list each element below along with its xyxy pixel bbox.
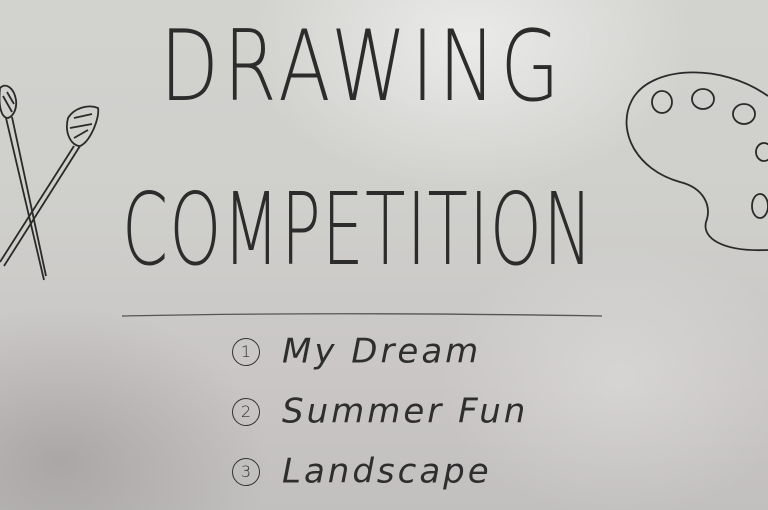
title-line-1: DRAWING [160, 10, 565, 124]
topic-item-2: 2 Summer Fun [232, 390, 528, 432]
topic-item-1: 1 My Dream [232, 330, 481, 372]
paintbrush-icon [0, 84, 100, 281]
title-underline [121, 313, 603, 317]
topic-number-1: 1 [232, 337, 260, 366]
whiteboard: DRAWING COMPETITION 1 My Dream 2 Summer Fu… [0, 0, 768, 510]
title-line-2: COMPETITION [122, 171, 594, 288]
topic-item-3: 3 Landscape [232, 450, 492, 492]
topic-label-3: Landscape [282, 451, 492, 492]
palette-icon [625, 71, 768, 252]
topic-number-3: 3 [232, 457, 260, 486]
topic-number-2: 2 [232, 397, 260, 426]
topic-label-1: My Dream [282, 331, 482, 372]
topic-label-2: Summer Fun [282, 391, 529, 432]
